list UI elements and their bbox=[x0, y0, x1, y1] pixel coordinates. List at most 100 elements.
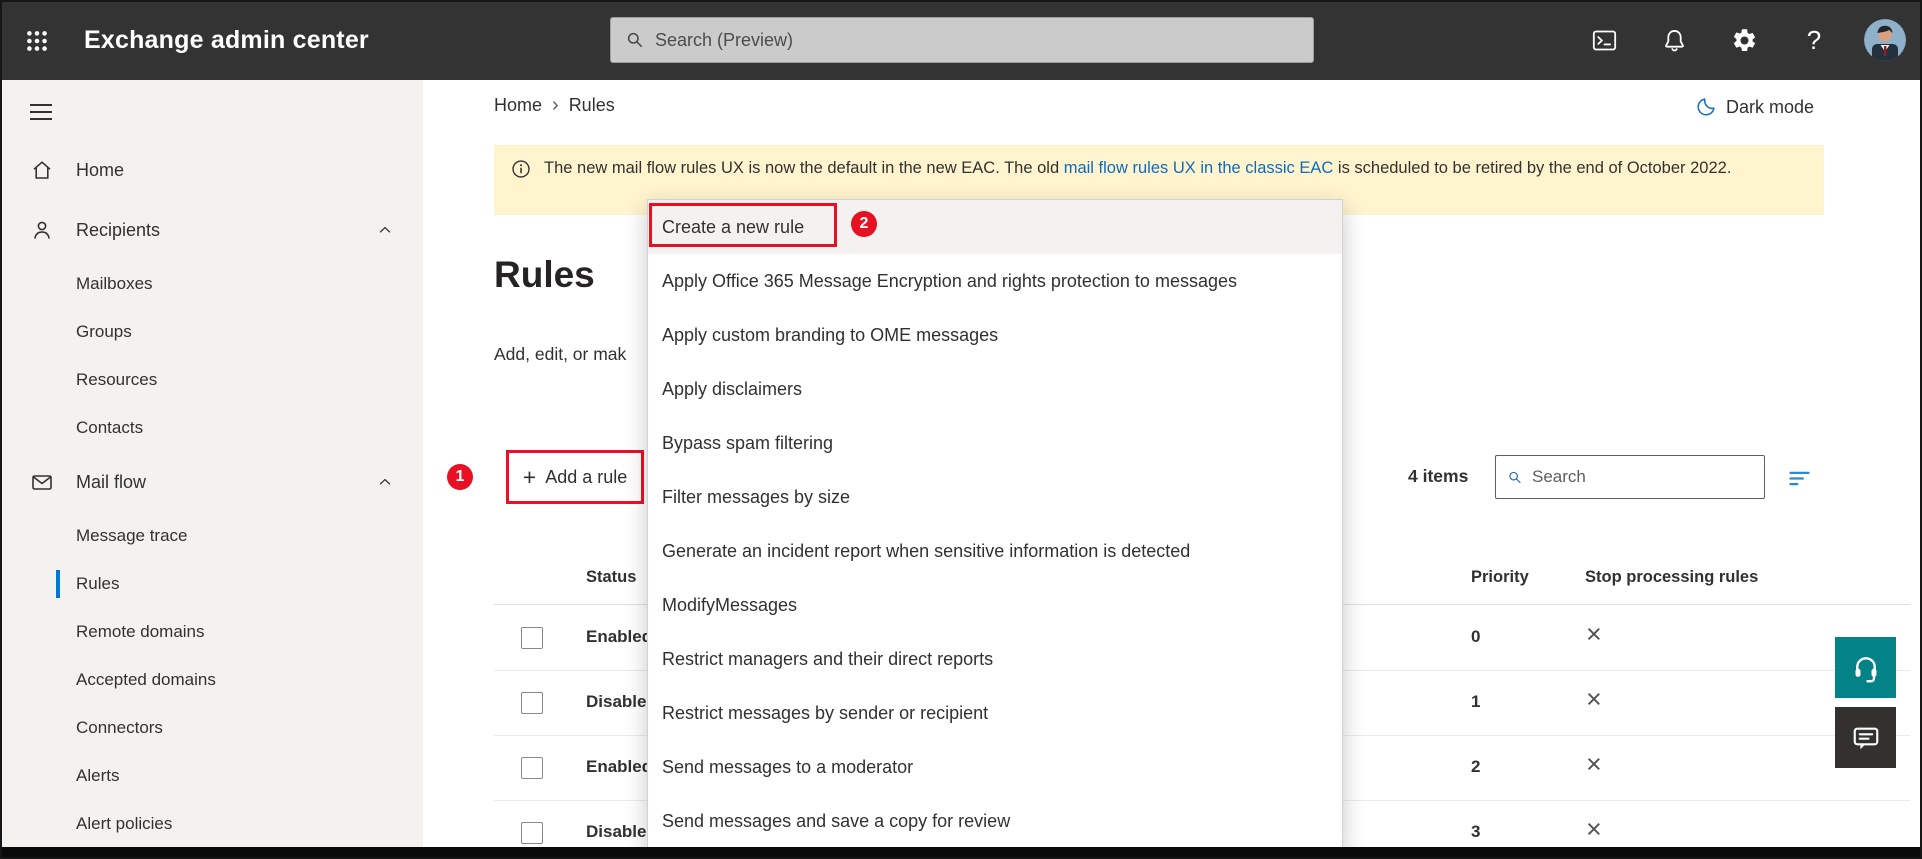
search-icon bbox=[1509, 471, 1521, 483]
menu-item-create-a-new-rule[interactable]: Create a new rule bbox=[648, 200, 1342, 254]
page-subtitle: Add, edit, or mak bbox=[494, 344, 627, 364]
home-icon bbox=[30, 158, 54, 182]
row-checkbox[interactable] bbox=[521, 627, 543, 649]
sidebar-item-message-trace[interactable]: Message trace bbox=[0, 512, 423, 560]
chevron-up-icon bbox=[375, 220, 395, 240]
banner-text: The new mail flow rules UX is now the de… bbox=[544, 156, 1731, 204]
sidebar-item-label: Home bbox=[76, 159, 125, 180]
dark-mode-label: Dark mode bbox=[1725, 96, 1814, 117]
menu-item-ome-encryption[interactable]: Apply Office 365 Message Encryption and … bbox=[648, 254, 1342, 308]
top-app-bar: Exchange admin center Search (Preview) ? bbox=[0, 0, 1922, 80]
gear-icon[interactable] bbox=[1724, 20, 1764, 60]
sidebar-item-home[interactable]: Home bbox=[0, 140, 423, 200]
banner-text-after: is scheduled to be retired by the end of… bbox=[1337, 159, 1732, 177]
sidebar-item-label: Alerts bbox=[76, 766, 120, 785]
sidebar-item-alert-policies[interactable]: Alert policies bbox=[0, 800, 423, 847]
row-status: Enabled bbox=[586, 627, 653, 646]
x-icon: × bbox=[1586, 684, 1602, 714]
sidebar-item-recipients[interactable]: Recipients bbox=[0, 200, 423, 260]
row-priority: 1 bbox=[1471, 692, 1481, 711]
row-checkbox[interactable] bbox=[521, 757, 543, 779]
left-nav-list: Home Recipients Mailboxes Groups Resourc… bbox=[0, 140, 423, 847]
sidebar-item-label: Resources bbox=[76, 370, 158, 389]
menu-item-incident-report[interactable]: Generate an incident report when sensiti… bbox=[648, 524, 1342, 578]
sidebar-item-label: Mail flow bbox=[76, 471, 147, 492]
nav-collapse-hamburger-icon[interactable] bbox=[22, 92, 66, 132]
x-icon: × bbox=[1586, 619, 1602, 649]
column-header-stop-processing: Stop processing rules bbox=[1585, 568, 1759, 586]
sidebar-item-groups[interactable]: Groups bbox=[0, 308, 423, 356]
plus-icon: + bbox=[522, 463, 537, 490]
breadcrumb-current: Rules bbox=[568, 95, 615, 115]
help-icon[interactable]: ? bbox=[1794, 20, 1834, 60]
sidebar-item-label: Remote domains bbox=[76, 622, 205, 641]
add-rule-dropdown-menu: Create a new rule Apply Office 365 Messa… bbox=[647, 199, 1343, 849]
classic-eac-link[interactable]: mail flow rules UX in the classic EAC bbox=[1064, 159, 1334, 177]
column-header-priority: Priority bbox=[1471, 568, 1529, 586]
menu-item-send-to-moderator[interactable]: Send messages to a moderator bbox=[648, 740, 1342, 794]
global-search-box[interactable] bbox=[610, 17, 1314, 63]
avatar[interactable] bbox=[1864, 19, 1906, 61]
x-icon: × bbox=[1586, 749, 1602, 779]
sidebar-item-rules[interactable]: Rules bbox=[0, 560, 423, 608]
global-search-input[interactable] bbox=[655, 29, 1299, 51]
sidebar-item-contacts[interactable]: Contacts bbox=[0, 404, 423, 452]
add-a-rule-label: Add a rule bbox=[545, 466, 628, 487]
row-priority: 0 bbox=[1471, 627, 1481, 646]
exchange-admin-center-window: Exchange admin center Search (Preview) ?… bbox=[0, 0, 1922, 859]
page-title: Rules bbox=[494, 254, 595, 295]
rules-search-box[interactable] bbox=[1495, 455, 1765, 499]
row-priority: 2 bbox=[1471, 757, 1481, 776]
headset-icon bbox=[1855, 656, 1876, 682]
add-a-rule-button[interactable]: + Add a rule bbox=[506, 450, 644, 504]
dark-mode-toggle[interactable]: Dark mode bbox=[1695, 96, 1814, 118]
filter-lines-icon[interactable] bbox=[1782, 461, 1816, 495]
feedback-button[interactable] bbox=[1835, 707, 1896, 768]
sidebar-item-label: Connectors bbox=[76, 718, 163, 737]
sidebar-item-label: Message trace bbox=[76, 526, 188, 545]
sidebar-item-label: Rules bbox=[76, 574, 120, 593]
info-icon bbox=[510, 156, 532, 204]
sidebar-item-accepted-domains[interactable]: Accepted domains bbox=[0, 656, 423, 704]
app-launcher-icon[interactable] bbox=[14, 18, 60, 64]
row-checkbox[interactable] bbox=[521, 822, 543, 844]
sidebar-item-alerts[interactable]: Alerts bbox=[0, 752, 423, 800]
sidebar-item-connectors[interactable]: Connectors bbox=[0, 704, 423, 752]
breadcrumb-home-link[interactable]: Home bbox=[494, 95, 542, 116]
row-checkbox[interactable] bbox=[521, 692, 543, 714]
feedback-bubble-icon bbox=[1853, 727, 1878, 749]
banner-text-before: The new mail flow rules UX is now the de… bbox=[544, 159, 1060, 177]
menu-item-apply-disclaimers[interactable]: Apply disclaimers bbox=[648, 362, 1342, 416]
app-title: Exchange admin center bbox=[84, 26, 369, 54]
menu-item-modify-messages[interactable]: ModifyMessages bbox=[648, 578, 1342, 632]
support-headset-button[interactable] bbox=[1835, 637, 1896, 698]
row-status: Enabled bbox=[586, 757, 653, 776]
annotation-step-badge-2: 2 bbox=[851, 211, 877, 237]
sidebar-item-remote-domains[interactable]: Remote domains bbox=[0, 608, 423, 656]
sidebar-item-resources[interactable]: Resources bbox=[0, 356, 423, 404]
moon-icon bbox=[1697, 98, 1715, 116]
sidebar-item-label: Groups bbox=[76, 322, 132, 341]
sidebar-item-label: Contacts bbox=[76, 418, 144, 437]
rules-search-input[interactable] bbox=[1532, 467, 1753, 487]
menu-item-restrict-sender-recipient[interactable]: Restrict messages by sender or recipient bbox=[648, 686, 1342, 740]
menu-item-save-copy-for-review[interactable]: Send messages and save a copy for review bbox=[648, 794, 1342, 848]
person-icon bbox=[30, 218, 54, 242]
menu-item-restrict-managers[interactable]: Restrict managers and their direct repor… bbox=[648, 632, 1342, 686]
menu-item-custom-branding[interactable]: Apply custom branding to OME messages bbox=[648, 308, 1342, 362]
menu-item-bypass-spam-filtering[interactable]: Bypass spam filtering bbox=[648, 416, 1342, 470]
sidebar-item-label: Recipients bbox=[76, 219, 161, 240]
x-icon: × bbox=[1586, 814, 1602, 844]
bell-icon[interactable] bbox=[1654, 20, 1694, 60]
waffle-grid-icon bbox=[27, 31, 47, 51]
sidebar-item-mailboxes[interactable]: Mailboxes bbox=[0, 260, 423, 308]
sidebar-item-mail-flow[interactable]: Mail flow bbox=[0, 452, 423, 512]
window-bottom-edge bbox=[0, 847, 1922, 859]
row-priority: 3 bbox=[1471, 822, 1481, 841]
sidebar-item-label: Alert policies bbox=[76, 814, 173, 833]
sidebar-item-label: Mailboxes bbox=[76, 274, 153, 293]
cloud-shell-terminal-icon[interactable] bbox=[1584, 20, 1624, 60]
menu-item-filter-by-size[interactable]: Filter messages by size bbox=[648, 470, 1342, 524]
items-count: 4 items bbox=[1408, 466, 1469, 486]
search-icon bbox=[627, 32, 642, 47]
